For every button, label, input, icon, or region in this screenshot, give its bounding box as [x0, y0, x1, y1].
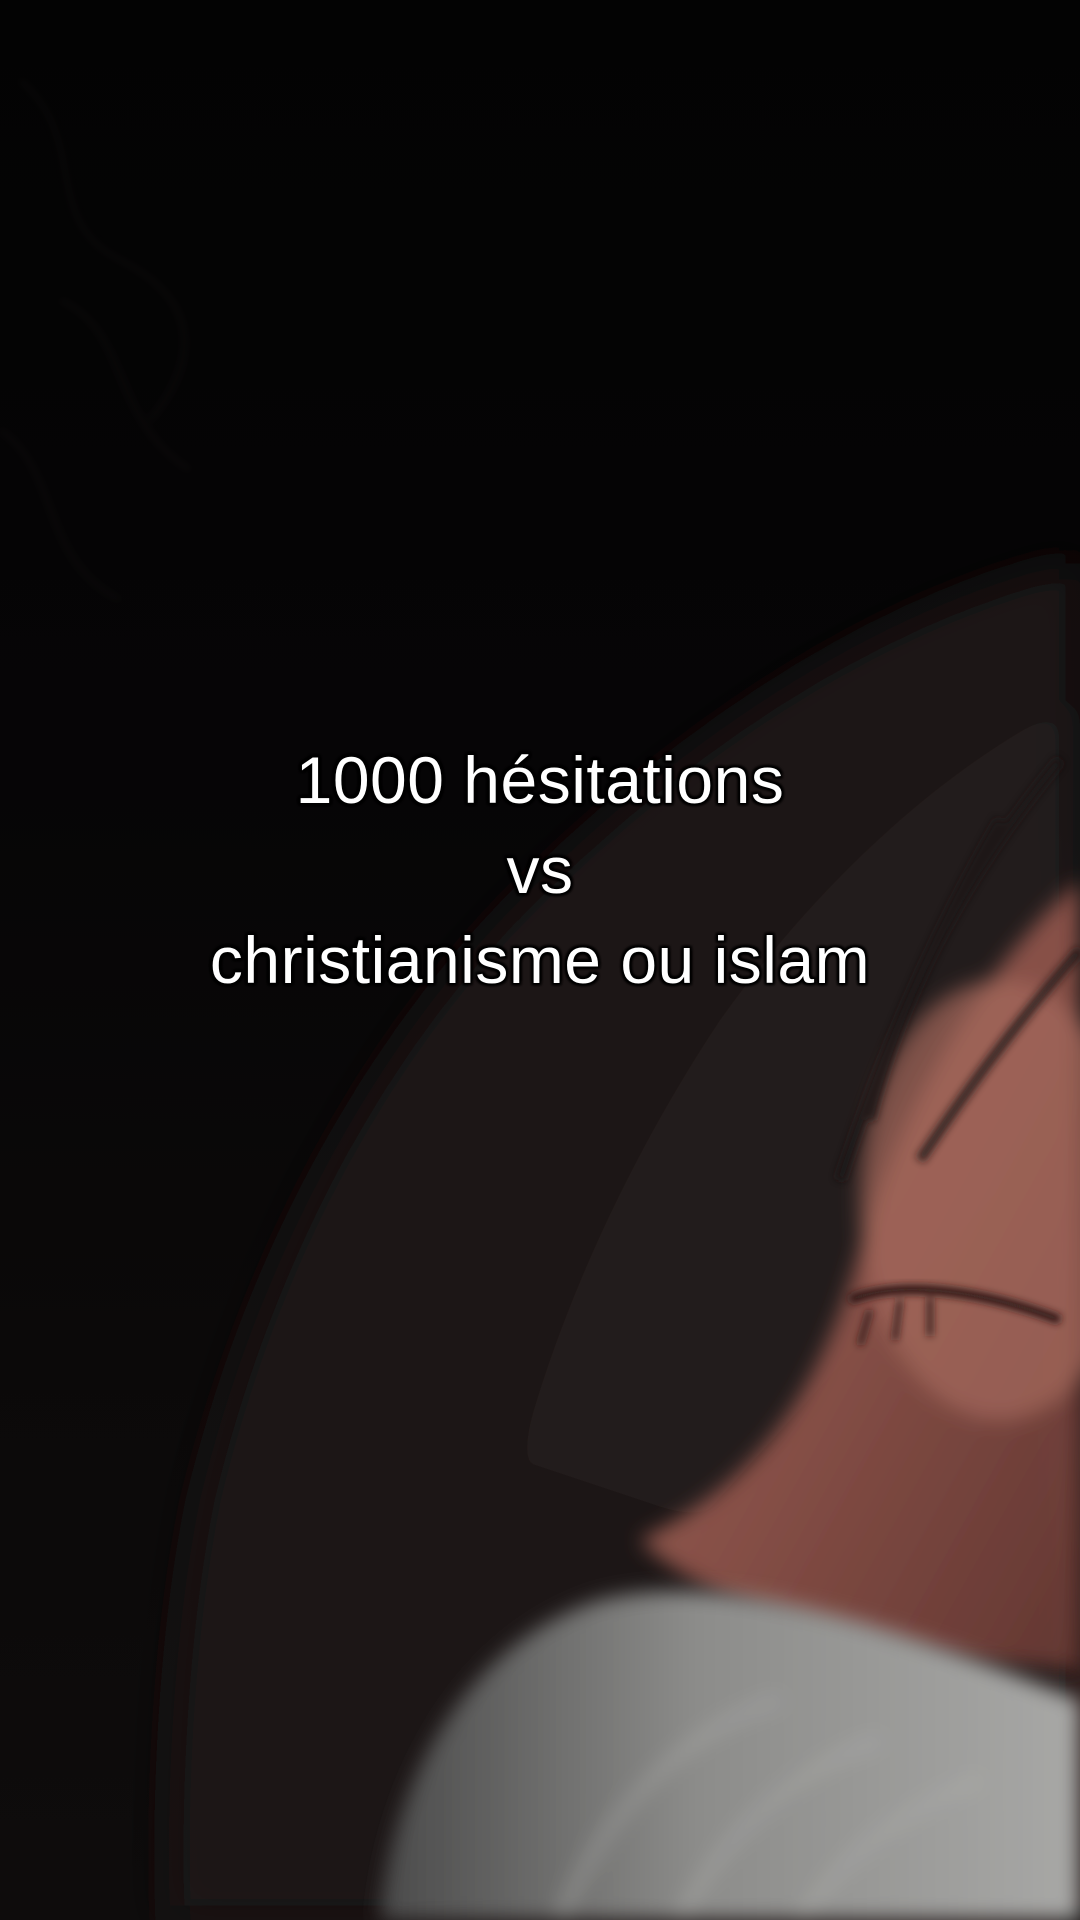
caption-overlay: 1000 hésitations vs christianisme ou isl…	[0, 735, 1080, 1005]
caption-line-2: vs	[506, 833, 574, 907]
caption-line-3: christianisme ou islam	[209, 923, 871, 997]
video-frame: 1000 hésitations vs christianisme ou isl…	[0, 0, 1080, 1920]
caption-line-1: 1000 hésitations	[295, 743, 785, 817]
background-pattern	[0, 78, 191, 602]
